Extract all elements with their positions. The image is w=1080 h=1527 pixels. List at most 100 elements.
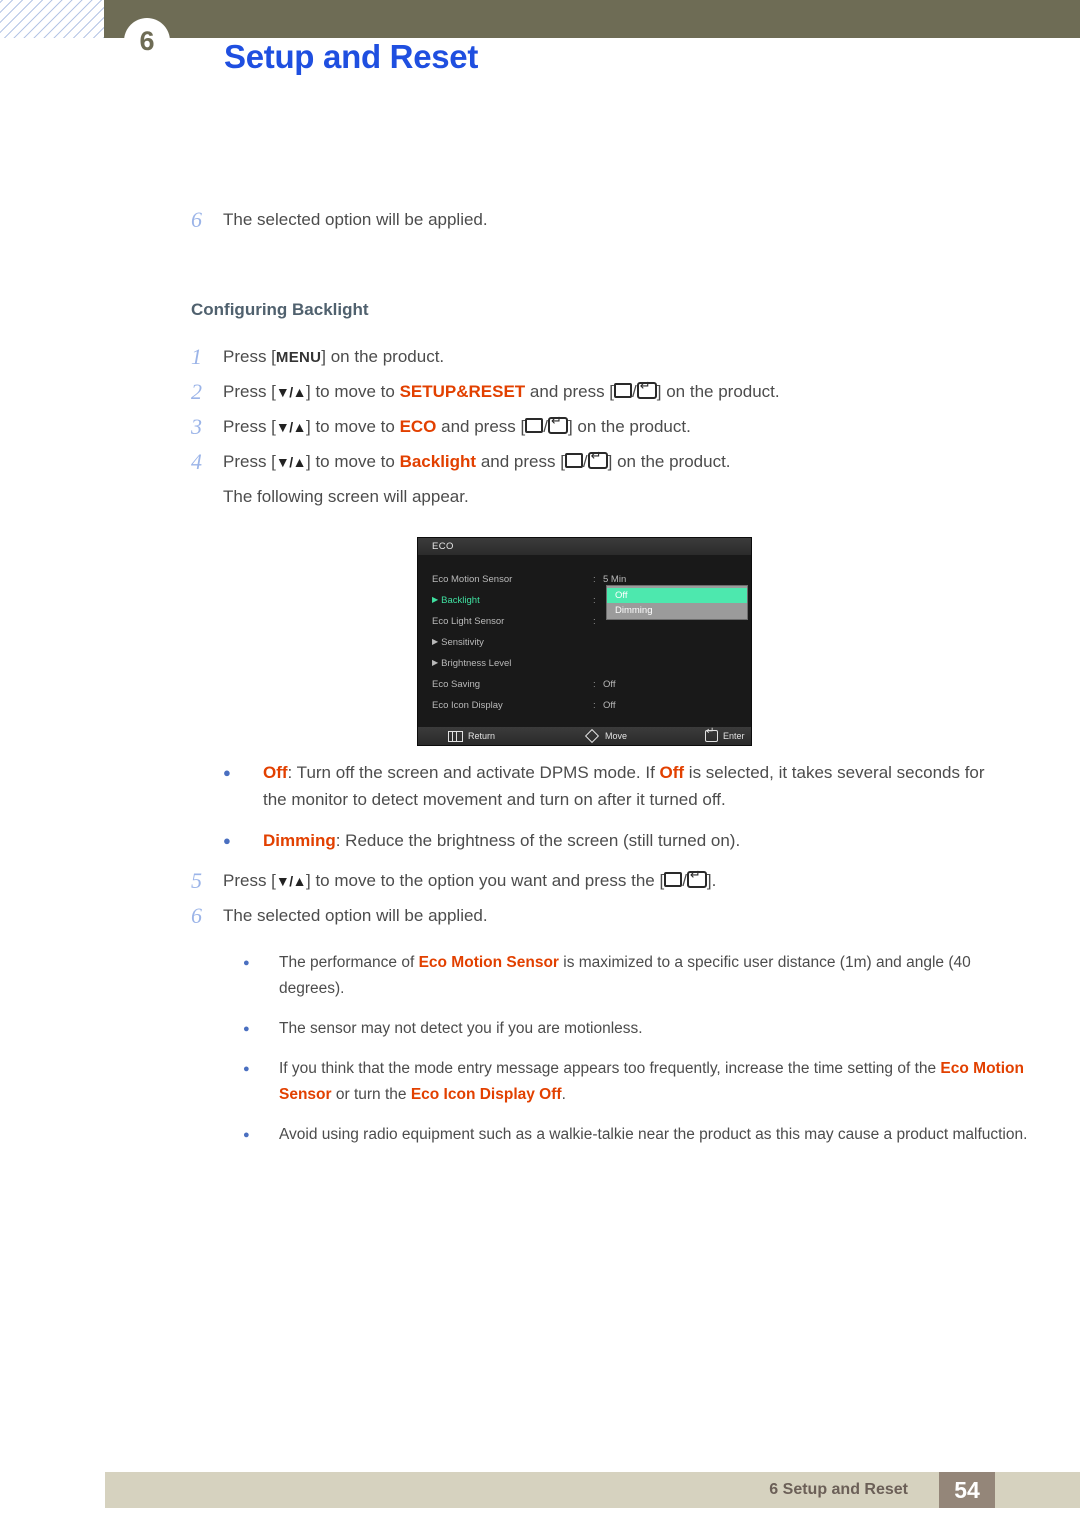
osd-label: Eco Light Sensor	[432, 616, 505, 627]
source-key-icon	[664, 872, 683, 887]
osd-value: Off	[603, 700, 616, 711]
osd-footer: Return Move Enter	[418, 727, 751, 745]
osd-label: Eco Icon Display	[432, 700, 503, 711]
step-2: 2 Press [▼/▲] to move to SETUP&RESET and…	[0, 377, 1080, 412]
follow-up-line: The following screen will appear.	[223, 487, 469, 506]
step-text-post: and press [	[436, 417, 526, 436]
menu-key-label: MENU	[275, 349, 322, 366]
osd-body: Eco Motion Sensor : 5 Min ▶ Backlight : E…	[418, 555, 751, 727]
enter-key-icon	[636, 379, 657, 399]
osd-value: 5 Min	[603, 574, 627, 585]
osd-label: ▶ Backlight	[418, 595, 593, 606]
source-key-icon	[564, 453, 583, 468]
bullet-dot-icon: ●	[223, 765, 231, 780]
step-number: 4	[191, 449, 202, 474]
step-text-post: ] on the product.	[321, 347, 445, 366]
step-number: 1	[191, 344, 202, 369]
osd-return-label: Return	[468, 731, 496, 741]
updown-arrows-glyph: ▼/▲	[275, 384, 307, 400]
option-bullet-text: Off: Turn off the screen and activate DP…	[263, 759, 1006, 813]
osd-label-text: Backlight	[441, 595, 480, 606]
step-text: Press [▼/▲] to move to ECO and press [/]…	[223, 412, 691, 442]
osd-move-hint[interactable]: Move	[584, 728, 628, 744]
step-text: Press [▼/▲] to move to SETUP&RESET and p…	[223, 377, 780, 407]
osd-colon: :	[593, 700, 596, 711]
step-text-pre: Press [	[223, 871, 276, 890]
footer-page-number: 54	[939, 1472, 995, 1508]
slash: /	[582, 452, 588, 471]
backlight-dropdown[interactable]: Off Dimming	[607, 586, 747, 619]
dropdown-option-off[interactable]: Off	[607, 588, 747, 603]
note-item: ● The performance of Eco Motion Sensor i…	[0, 950, 1080, 1002]
osd-label: Eco Motion Sensor	[432, 574, 513, 585]
osd-value: Off	[603, 679, 616, 690]
dropdown-option-dimming[interactable]: Dimming	[607, 603, 747, 618]
osd-colon: :	[593, 616, 596, 627]
note-text: The performance of Eco Motion Sensor is …	[279, 950, 1039, 1002]
osd-title: ECO	[418, 538, 751, 555]
option-text-a: : Reduce the brightness of the screen (s…	[335, 831, 741, 850]
step-text-mid: ] to move to the option you want and pre…	[306, 871, 665, 890]
step-number: 6	[191, 207, 202, 232]
footer-bar: 6 Setup and Reset 54	[105, 1472, 1080, 1508]
step-number: 2	[191, 379, 202, 404]
step-text: The selected option will be applied.	[223, 210, 488, 229]
option-bullet-text: Dimming: Reduce the brightness of the sc…	[263, 827, 740, 854]
note-post: .	[561, 1086, 566, 1103]
osd-label-text: Sensitivity	[441, 637, 484, 648]
osd-colon: :	[593, 595, 596, 606]
step-5: 5 Press [▼/▲] to move to the option you …	[0, 866, 1080, 901]
step-text: The selected option will be applied.	[223, 906, 488, 925]
step-text-pre: Press [	[223, 347, 276, 366]
enter-key-icon	[587, 449, 608, 469]
section-heading: Configuring Backlight	[191, 300, 369, 319]
option-text-a: : Turn off the screen and activate DPMS …	[287, 763, 660, 782]
note-text: Avoid using radio equipment such as a wa…	[279, 1126, 1028, 1143]
osd-label: ▶ Brightness Level	[418, 658, 593, 669]
footer-chapter-label: 6 Setup and Reset	[769, 1481, 908, 1498]
note-pre: The performance of	[279, 954, 419, 971]
step-1: 1 Press [MENU] on the product.	[0, 342, 1080, 377]
step-number: 6	[191, 903, 202, 928]
updown-arrows-glyph: ▼/▲	[275, 873, 307, 889]
bullet-dot-icon: ●	[223, 833, 231, 848]
decorative-hatch-corner	[0, 0, 104, 38]
step-4: 4 Press [▼/▲] to move to Backlight and p…	[0, 447, 1080, 482]
menu-target-backlight: Backlight	[399, 452, 477, 471]
chapter-number-badge: 6	[124, 18, 170, 64]
step-text-post: and press [	[476, 452, 565, 471]
osd-colon: :	[593, 574, 596, 585]
header-bar	[104, 0, 1080, 38]
osd-row-eco-icon-display[interactable]: Eco Icon Display : Off	[418, 695, 751, 716]
step-text-pre: Press [	[223, 452, 276, 471]
bullet-dot-icon: ●	[243, 1063, 250, 1075]
osd-row-brightness-level[interactable]: ▶ Brightness Level	[418, 653, 751, 674]
step-text: Press [MENU] on the product.	[223, 342, 444, 373]
step-text-tail: ] on the product.	[567, 417, 691, 436]
step-text: Press [▼/▲] to move to Backlight and pre…	[223, 447, 731, 477]
source-key-icon	[614, 383, 633, 398]
bullet-dot-icon: ●	[243, 1129, 250, 1141]
menu-target-setup-reset: SETUP&RESET	[399, 382, 526, 401]
submenu-arrow-icon: ▶	[432, 595, 439, 604]
step-text-tail: ] on the product.	[656, 382, 780, 401]
note-item: ● Avoid using radio equipment such as a …	[0, 1122, 1080, 1148]
step-text-mid: ] to move to	[306, 452, 400, 471]
note-mid: or turn the	[331, 1086, 411, 1103]
menu-target-eco: ECO	[399, 417, 437, 436]
osd-enter-hint[interactable]: Enter	[705, 727, 745, 742]
osd-label: ▶ Sensitivity	[418, 637, 593, 648]
note-emphasis-eco-icon-display-off: Eco Icon Display Off	[410, 1086, 562, 1103]
step-6: 6 The selected option will be applied.	[0, 901, 1080, 936]
osd-return-hint[interactable]: Return	[448, 730, 496, 742]
updown-arrows-glyph: ▼/▲	[275, 454, 307, 470]
step-3: 3 Press [▼/▲] to move to ECO and press […	[0, 412, 1080, 447]
osd-row-eco-saving[interactable]: Eco Saving : Off	[418, 674, 751, 695]
menu-button-icon	[448, 730, 463, 742]
osd-row-sensitivity[interactable]: ▶ Sensitivity	[418, 632, 751, 653]
osd-move-label: Move	[605, 731, 628, 741]
osd-enter-label: Enter	[723, 731, 745, 741]
note-emphasis-eco-motion-sensor: Eco Motion Sensor	[418, 954, 559, 971]
bullet-dot-icon: ●	[243, 1023, 250, 1035]
note-text: If you think that the mode entry message…	[279, 1056, 1039, 1108]
